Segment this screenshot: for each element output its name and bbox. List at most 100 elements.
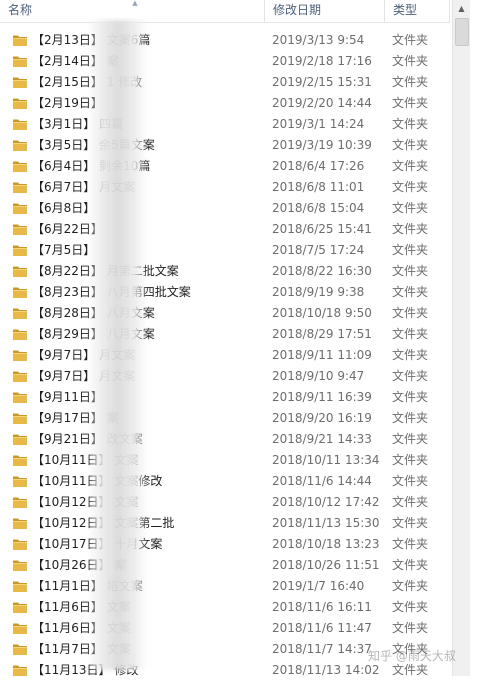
file-row[interactable]: 【2月13日】 文案6篇 2019/3/13 9:54 文件夹 — [0, 30, 450, 51]
file-type: 文件夹 — [392, 222, 429, 236]
folder-icon — [12, 221, 28, 237]
file-name[interactable]: 【10月17日】 十月文案 — [32, 534, 264, 555]
folder-icon — [12, 95, 28, 111]
file-name[interactable]: 【8月23日】 八月第四批文案 — [32, 282, 264, 303]
file-row[interactable]: 【8月23日】 八月第四批文案 2018/9/19 9:38 文件夹 — [0, 282, 450, 303]
file-name[interactable]: 【9月7日】 月文案 — [32, 345, 264, 366]
file-name[interactable]: 【6月4日】 剩余10篇 — [32, 156, 264, 177]
file-name[interactable]: 【11月1日】 培文案 — [32, 576, 264, 597]
file-name[interactable]: 【6月22日】 — [32, 219, 264, 240]
file-row[interactable]: 【6月7日】 月文案 2018/6/8 11:01 文件夹 — [0, 177, 450, 198]
file-type: 文件夹 — [392, 243, 429, 257]
file-row[interactable]: 【8月22日】 月第二批文案 2018/8/22 16:30 文件夹 — [0, 261, 450, 282]
file-row[interactable]: 【6月22日】 2018/6/25 15:41 文件夹 — [0, 219, 450, 240]
modified-date: 2018/10/18 13:23 — [272, 537, 380, 551]
file-name[interactable]: 【6月7日】 月文案 — [32, 177, 264, 198]
file-name[interactable]: 【8月29日】 八月文案 — [32, 324, 264, 345]
file-name[interactable]: 【11月6日】 文案 — [32, 618, 264, 639]
modified-date: 2018/8/22 16:30 — [272, 264, 372, 278]
modified-date: 2018/9/19 9:38 — [272, 285, 365, 299]
folder-icon — [12, 578, 28, 594]
modified-date: 2018/9/20 16:19 — [272, 411, 372, 425]
file-name[interactable]: 【11月13日】 修改 — [32, 660, 264, 681]
file-type: 文件夹 — [392, 54, 429, 68]
file-name[interactable]: 【2月19日】 — [32, 93, 264, 114]
modified-date: 2019/2/20 14:44 — [272, 96, 372, 110]
scroll-up-arrow-icon[interactable]: ▲ — [453, 0, 470, 17]
file-row[interactable]: 【8月29日】 八月文案 2018/8/29 17:51 文件夹 — [0, 324, 450, 345]
file-type: 文件夹 — [392, 201, 429, 215]
file-row[interactable]: 【2月15日】 1 修改 2019/2/15 15:31 文件夹 — [0, 72, 450, 93]
file-list: 【2月13日】 文案6篇2019/3/13 9:54文件夹【2月14日】 案20… — [0, 30, 450, 681]
file-row[interactable]: 【10月12日】 文案第二批 2018/11/13 15:30 文件夹 — [0, 513, 450, 534]
vertical-scrollbar[interactable]: ▲ — [452, 0, 470, 676]
file-row[interactable]: 【10月17日】 十月文案 2018/10/18 13:23 文件夹 — [0, 534, 450, 555]
file-row[interactable]: 【9月7日】 月文案 2018/9/11 11:09 文件夹 — [0, 345, 450, 366]
file-name[interactable]: 【10月26日】 案 — [32, 555, 264, 576]
file-row[interactable]: 【10月26日】 案 2018/10/26 11:51 文件夹 — [0, 555, 450, 576]
file-name[interactable]: 【8月28日】 八月文案 — [32, 303, 264, 324]
modified-date: 2018/6/8 11:01 — [272, 180, 365, 194]
file-row[interactable]: 【11月6日】 文案 2018/11/6 11:47 文件夹 — [0, 618, 450, 639]
folder-icon — [12, 431, 28, 447]
file-row[interactable]: 【11月6日】 文案 2018/11/6 16:11 文件夹 — [0, 597, 450, 618]
file-name[interactable]: 【3月5日】 余5篇文案 — [32, 135, 264, 156]
column-header-date[interactable]: 修改日期 — [265, 0, 385, 22]
file-type: 文件夹 — [392, 327, 429, 341]
modified-date: 2018/10/26 11:51 — [272, 558, 380, 572]
file-name[interactable]: 【2月13日】 文案6篇 — [32, 30, 264, 51]
file-name[interactable]: 【7月5日】 — [32, 240, 264, 261]
file-name[interactable]: 【9月17日】 案 — [32, 408, 264, 429]
modified-date: 2019/3/1 14:24 — [272, 117, 365, 131]
folder-icon — [12, 557, 28, 573]
file-name[interactable]: 【11月6日】 文案 — [32, 597, 264, 618]
modified-date: 2018/11/7 14:37 — [272, 642, 372, 656]
file-row[interactable]: 【9月21日】 改文案 2018/9/21 14:33 文件夹 — [0, 429, 450, 450]
file-row[interactable]: 【11月1日】 培文案 2019/1/7 16:40 文件夹 — [0, 576, 450, 597]
column-header-type[interactable]: 类型 — [385, 0, 450, 22]
file-type: 文件夹 — [392, 390, 429, 404]
folder-icon — [12, 32, 28, 48]
modified-date: 2018/9/11 11:09 — [272, 348, 372, 362]
file-name[interactable]: 【2月15日】 1 修改 — [32, 72, 264, 93]
file-row[interactable]: 【10月11日】 文案 2018/10/11 13:34 文件夹 — [0, 450, 450, 471]
file-type: 文件夹 — [392, 264, 429, 278]
modified-date: 2018/9/10 9:47 — [272, 369, 365, 383]
file-row[interactable]: 【9月11日】 2018/9/11 16:39 文件夹 — [0, 387, 450, 408]
file-name[interactable]: 【8月22日】 月第二批文案 — [32, 261, 264, 282]
file-name[interactable]: 【10月11日】 文案修改 — [32, 471, 264, 492]
file-name[interactable]: 【2月14日】 案 — [32, 51, 264, 72]
file-name[interactable]: 【10月11日】 文案 — [32, 450, 264, 471]
modified-date: 2018/9/21 14:33 — [272, 432, 372, 446]
file-row[interactable]: 【10月12日】 文案 2018/10/12 17:42 文件夹 — [0, 492, 450, 513]
file-name[interactable]: 【11月7日】 文案 — [32, 639, 264, 660]
file-row[interactable]: 【2月19日】 2019/2/20 14:44 文件夹 — [0, 93, 450, 114]
file-row[interactable]: 【9月17日】 案 2018/9/20 16:19 文件夹 — [0, 408, 450, 429]
modified-date: 2018/10/12 17:42 — [272, 495, 380, 509]
folder-icon — [12, 137, 28, 153]
modified-date: 2018/11/6 11:47 — [272, 621, 372, 635]
file-name[interactable]: 【6月8日】 — [32, 198, 264, 219]
file-row[interactable]: 【9月7日】 月文案 2018/9/10 9:47 文件夹 — [0, 366, 450, 387]
file-name[interactable]: 【3月1日】 四篇 — [32, 114, 264, 135]
file-type: 文件夹 — [392, 516, 429, 530]
file-type: 文件夹 — [392, 75, 429, 89]
modified-date: 2018/11/13 15:30 — [272, 516, 380, 530]
file-row[interactable]: 【6月4日】 剩余10篇 2018/6/4 17:26 文件夹 — [0, 156, 450, 177]
file-name[interactable]: 【9月11日】 — [32, 387, 264, 408]
modified-date: 2018/7/5 17:24 — [272, 243, 365, 257]
file-name[interactable]: 【10月12日】 文案 — [32, 492, 264, 513]
folder-icon — [12, 410, 28, 426]
file-row[interactable]: 【10月11日】 文案修改 2018/11/6 14:44 文件夹 — [0, 471, 450, 492]
file-row[interactable]: 【2月14日】 案 2019/2/18 17:16 文件夹 — [0, 51, 450, 72]
file-name[interactable]: 【9月7日】 月文案 — [32, 366, 264, 387]
file-row[interactable]: 【7月5日】 2018/7/5 17:24 文件夹 — [0, 240, 450, 261]
file-row[interactable]: 【3月1日】 四篇 2019/3/1 14:24 文件夹 — [0, 114, 450, 135]
file-row[interactable]: 【8月28日】 八月文案 2018/10/18 9:50 文件夹 — [0, 303, 450, 324]
file-row[interactable]: 【3月5日】 余5篇文案 2019/3/19 10:39 文件夹 — [0, 135, 450, 156]
file-row[interactable]: 【6月8日】 2018/6/8 15:04 文件夹 — [0, 198, 450, 219]
scroll-thumb[interactable] — [455, 18, 469, 46]
file-name[interactable]: 【9月21日】 改文案 — [32, 429, 264, 450]
file-type: 文件夹 — [392, 180, 429, 194]
file-name[interactable]: 【10月12日】 文案第二批 — [32, 513, 264, 534]
